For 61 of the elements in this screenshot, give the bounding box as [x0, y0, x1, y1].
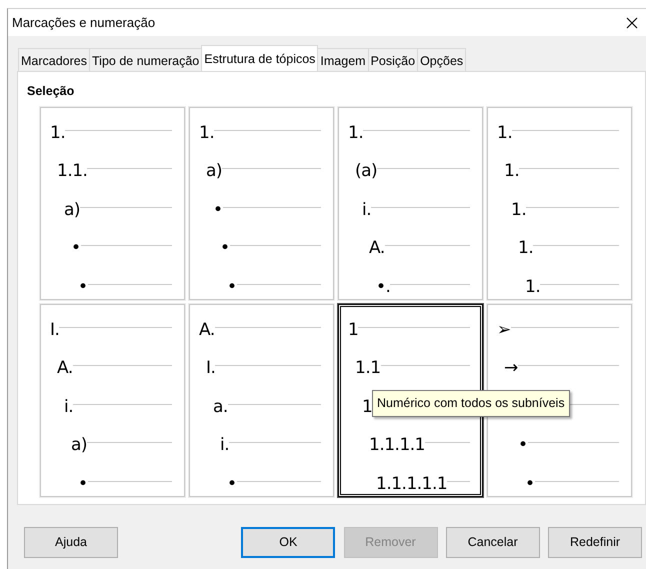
tab[interactable]: Tipo de numeração [89, 48, 202, 71]
tab[interactable]: Marcadores [18, 48, 90, 71]
close-icon[interactable] [626, 16, 638, 28]
dialog-button[interactable]: Ajuda [24, 527, 118, 558]
list-marker: ➢ [497, 322, 511, 338]
list-marker: 1 [362, 398, 372, 416]
numbering-style-option[interactable]: A. I. a. i. • [189, 304, 334, 497]
list-marker: a. [213, 398, 228, 416]
numbering-style-option[interactable]: 1. (a) i. A. •. [338, 106, 483, 300]
list-marker: A. [369, 240, 385, 257]
dialog-button[interactable]: OK [241, 527, 336, 558]
list-marker: a) [64, 202, 80, 218]
list-marker: 1. [199, 124, 214, 142]
list-marker: • [71, 240, 81, 257]
list-marker: a) [71, 437, 88, 454]
list-marker: 1. [497, 124, 512, 142]
tooltip: Numérico com todos os subníveis [372, 390, 570, 416]
list-marker: A. [199, 322, 215, 338]
list-marker: (a) [355, 163, 378, 180]
list-marker: 1.1. [57, 163, 88, 180]
list-marker: 1.1.1.1.1 [376, 476, 448, 492]
dialog-button[interactable]: Redefinir [548, 527, 642, 558]
list-marker: i. [220, 437, 230, 454]
list-marker: • [78, 476, 88, 492]
list-marker: • [518, 437, 528, 454]
numbering-style-option[interactable]: 1.1. 1. 1. 1. [487, 106, 632, 300]
tab[interactable]: Opções [417, 48, 466, 71]
list-marker: a) [206, 163, 222, 180]
list-marker: I. [206, 360, 216, 377]
window-title: Marcações e numeração [12, 14, 156, 32]
numbering-style-option[interactable]: I. A. i. a) • [40, 304, 185, 497]
list-marker: 1. [50, 124, 66, 142]
preview-line [424, 442, 470, 443]
list-marker: → [504, 360, 518, 377]
list-marker: • [213, 202, 223, 218]
list-marker: 1.1 [355, 360, 381, 377]
tab[interactable]: Posição [368, 48, 418, 71]
tab[interactable]: Imagem [317, 48, 369, 71]
list-marker: 1. [511, 202, 526, 218]
preview-line [447, 480, 470, 482]
list-marker: • [525, 476, 535, 492]
list-marker: 1. [504, 163, 520, 180]
section-title: Seleção [27, 83, 74, 100]
numbering-style-option[interactable]: 1. a) • • • [189, 106, 334, 300]
list-marker: •. [376, 278, 390, 296]
list-marker: • [220, 240, 230, 257]
list-marker: 1. [348, 124, 364, 142]
list-marker: A. [57, 360, 73, 377]
list-marker: • [78, 278, 88, 296]
tab[interactable]: Estrutura de tópicos [201, 45, 318, 71]
list-marker: i. [64, 398, 74, 416]
list-marker: 1.1.1.1 [369, 437, 425, 454]
list-marker: I. [50, 322, 60, 338]
list-marker: 1. [518, 240, 534, 257]
dialog-button[interactable]: Cancelar [446, 527, 540, 558]
numbering-style-option[interactable]: 1. 1.1. a) • • [40, 106, 185, 300]
list-marker: 1. [525, 278, 540, 296]
list-marker: 1 [348, 322, 358, 338]
list-marker: • [227, 278, 237, 296]
list-marker: • [227, 476, 237, 492]
list-marker: i. [362, 202, 372, 218]
